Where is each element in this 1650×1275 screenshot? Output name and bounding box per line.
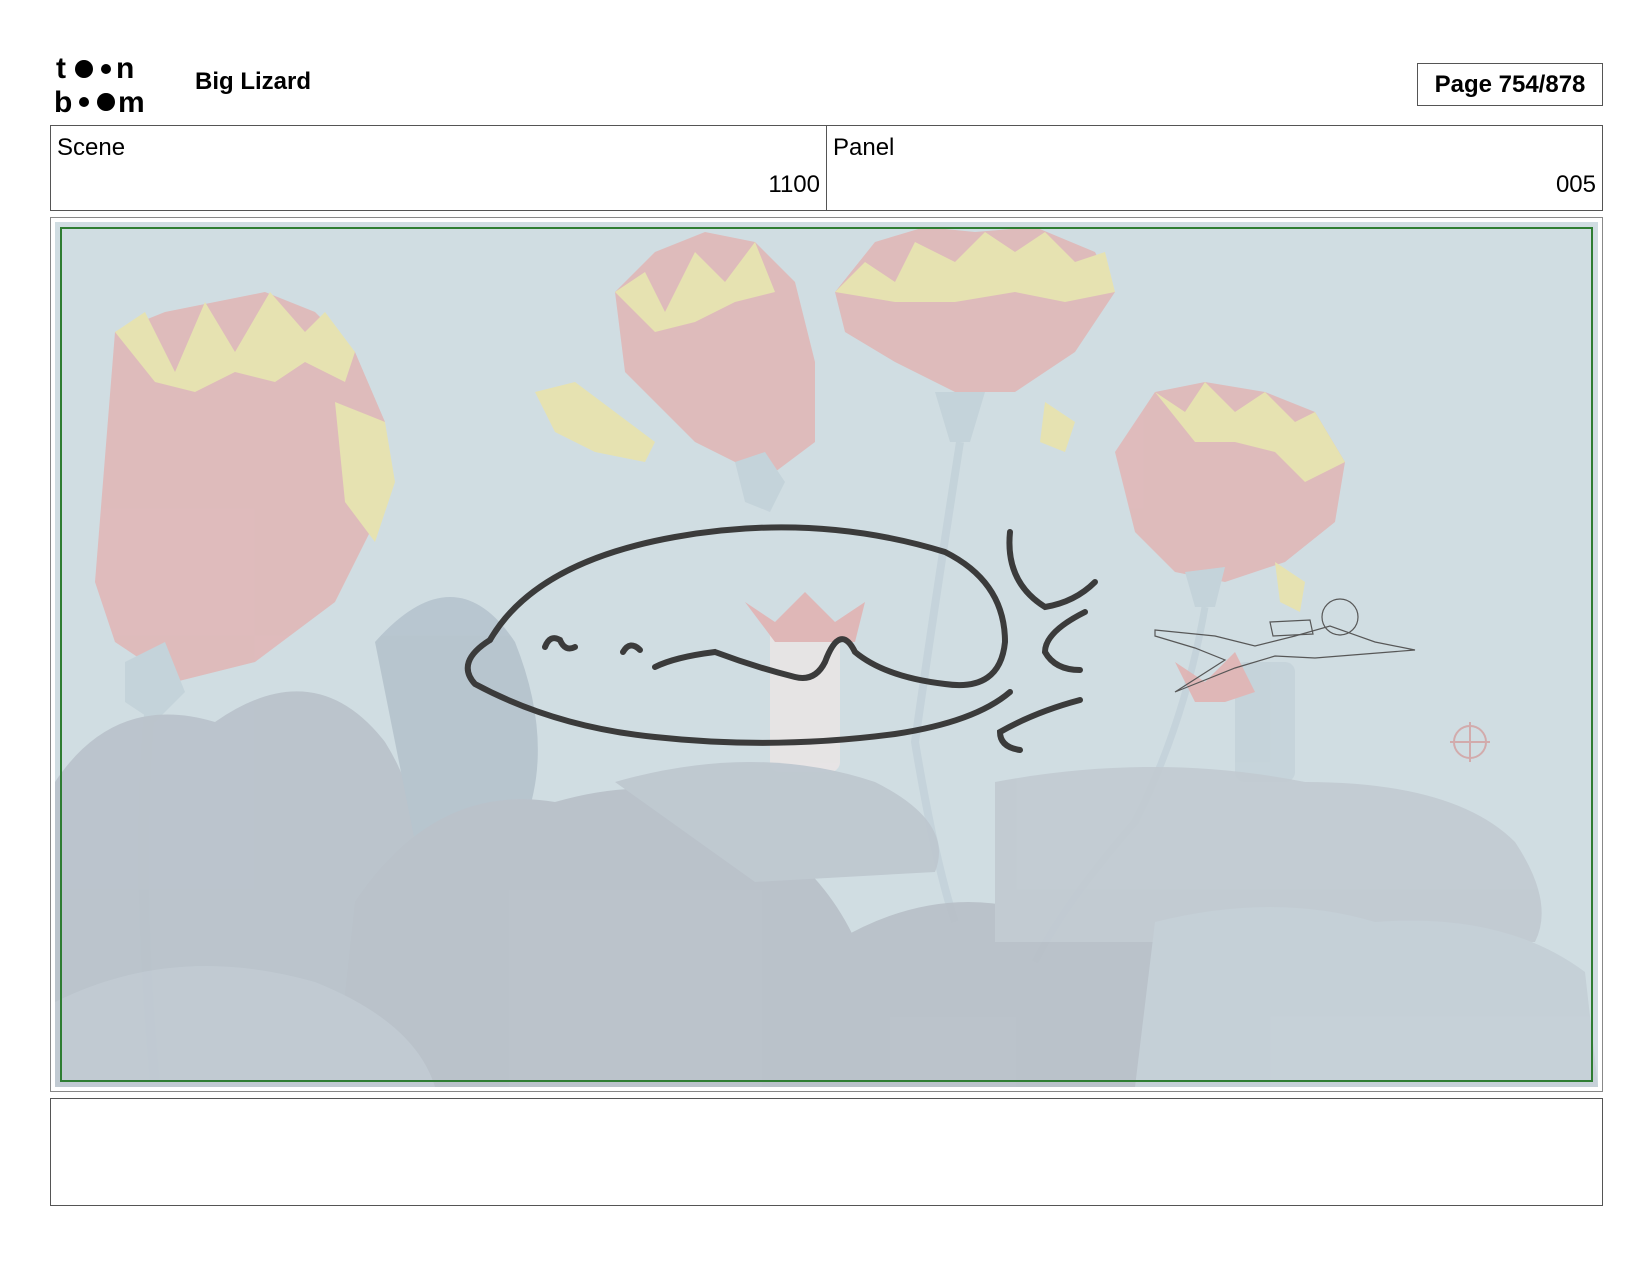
- project-title: Big Lizard: [195, 68, 312, 95]
- scene-panel-info: Scene 1100 Panel 005: [50, 125, 1603, 211]
- toonboom-logo: t n b m: [54, 54, 145, 116]
- svg-text:n: n: [116, 54, 134, 85]
- panel-value: 005: [1555, 171, 1596, 198]
- storyboard-panel-image: [55, 222, 1598, 1087]
- svg-text:m: m: [118, 86, 145, 116]
- scene-value: 1100: [768, 171, 820, 198]
- storyboard-frame: [50, 217, 1603, 1092]
- page-number: 754/878: [1498, 70, 1586, 98]
- page-label: Page: [1434, 70, 1492, 98]
- panel-notes-box: [50, 1098, 1603, 1206]
- svg-text:t: t: [56, 54, 66, 85]
- panel-label: Panel: [833, 134, 895, 161]
- panel-cell: Panel 005: [826, 126, 1602, 210]
- scene-cell: Scene 1100: [51, 126, 826, 210]
- page-indicator: Page 754/878: [1417, 63, 1603, 106]
- svg-text:b: b: [54, 86, 72, 116]
- scene-label: Scene: [57, 134, 126, 161]
